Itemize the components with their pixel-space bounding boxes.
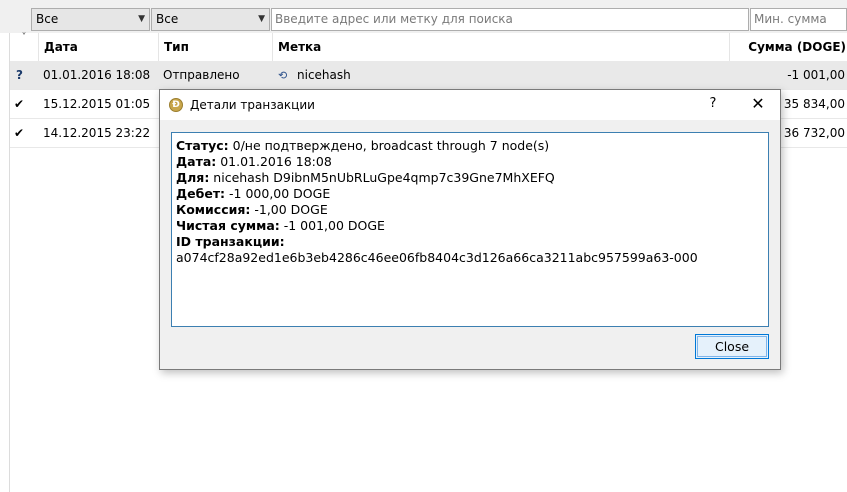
dropdown-arrow-icon: ▼ [258,14,265,24]
recipient-line: Для: nicehash D9ibnM5nUbRLuGpe4qmp7c39Gn… [176,170,764,186]
table-header: ˅ Дата Тип Метка Сумма (DOGE) [10,33,847,62]
unconfirmed-status-icon: ? [16,68,23,82]
debit-label: Дебет: [176,186,226,201]
status-line: Статус: 0/не подтверждено, broadcast thr… [176,138,764,154]
row-date: 15.12.2015 01:05 [43,97,151,111]
date-filter-select[interactable]: Все ▼ [31,8,150,31]
table-row[interactable]: ? 01.01.2016 18:08 Отправлено ⟲ nicehash… [10,61,847,90]
close-icon[interactable]: ✕ [744,90,772,120]
fee-value: -1,00 DOGE [250,202,328,217]
net-amount-line: Чистая сумма: -1 001,00 DOGE [176,218,764,234]
row-amount: -1 001,00 [787,68,845,82]
type-filter-select[interactable]: Все ▼ [151,8,270,31]
recipient-value: nicehash D9ibnM5nUbRLuGpe4qmp7c39Gne7MhX… [209,170,555,185]
debit-value: -1 000,00 DOGE [225,186,331,201]
fee-label: Комиссия: [176,202,251,217]
status-label: Статус: [176,138,229,153]
fee-line: Комиссия: -1,00 DOGE [176,202,764,218]
txid-line: ID транзакции: [176,234,764,250]
status-value: 0/не подтверждено, broadcast through 7 n… [228,138,550,153]
send-arrow-icon: ⟲ [278,69,288,82]
search-placeholder: Введите адрес или метку для поиска [275,12,513,26]
txid-value: a074cf28a92ed1e6b3eb4286c46ee06fb8404c3d… [176,250,698,265]
amount-column-header[interactable]: Сумма (DOGE) [730,33,847,61]
type-filter-value: Все [156,12,179,26]
search-input[interactable]: Введите адрес или метку для поиска [271,8,749,31]
row-label: nicehash [297,68,351,82]
row-type: Отправлено [163,68,240,82]
min-amount-input[interactable]: Мин. сумма [750,8,847,31]
date-label: Дата: [176,154,217,169]
min-amount-placeholder: Мин. сумма [754,12,827,26]
confirmed-check-icon: ✔ [14,126,25,140]
type-column-header[interactable]: Тип [159,33,273,61]
date-line: Дата: 01.01.2016 18:08 [176,154,764,170]
date-column-header[interactable]: Дата [39,33,159,61]
date-value: 01.01.2016 18:08 [216,154,332,169]
txid-label: ID транзакции: [176,234,285,249]
dialog-titlebar[interactable]: Ð Детали транзакции ? ✕ [160,90,780,120]
recipient-label: Для: [176,170,210,185]
row-date: 01.01.2016 18:08 [43,68,151,82]
net-amount-label: Чистая сумма: [176,218,280,233]
net-amount-value: -1 001,00 DOGE [279,218,385,233]
sort-indicator-icon: ˅ [21,32,27,43]
date-filter-value: Все [36,12,59,26]
debit-line: Дебет: -1 000,00 DOGE [176,186,764,202]
transaction-details-text[interactable]: Статус: 0/не подтверждено, broadcast thr… [171,132,769,327]
status-column-header[interactable]: ˅ [10,33,39,61]
dropdown-arrow-icon: ▼ [138,14,145,24]
dialog-title: Детали транзакции [190,98,315,112]
filter-bar: Все ▼ Все ▼ Введите адрес или метку для … [0,0,847,33]
transaction-details-dialog: Ð Детали транзакции ? ✕ Статус: 0/не под… [159,89,781,370]
confirmed-check-icon: ✔ [14,97,25,111]
help-button[interactable]: ? [703,90,723,120]
label-column-header[interactable]: Метка [273,33,730,61]
dogecoin-app-icon: Ð [169,98,183,112]
row-date: 14.12.2015 23:22 [43,126,151,140]
close-button[interactable]: Close [695,334,769,359]
